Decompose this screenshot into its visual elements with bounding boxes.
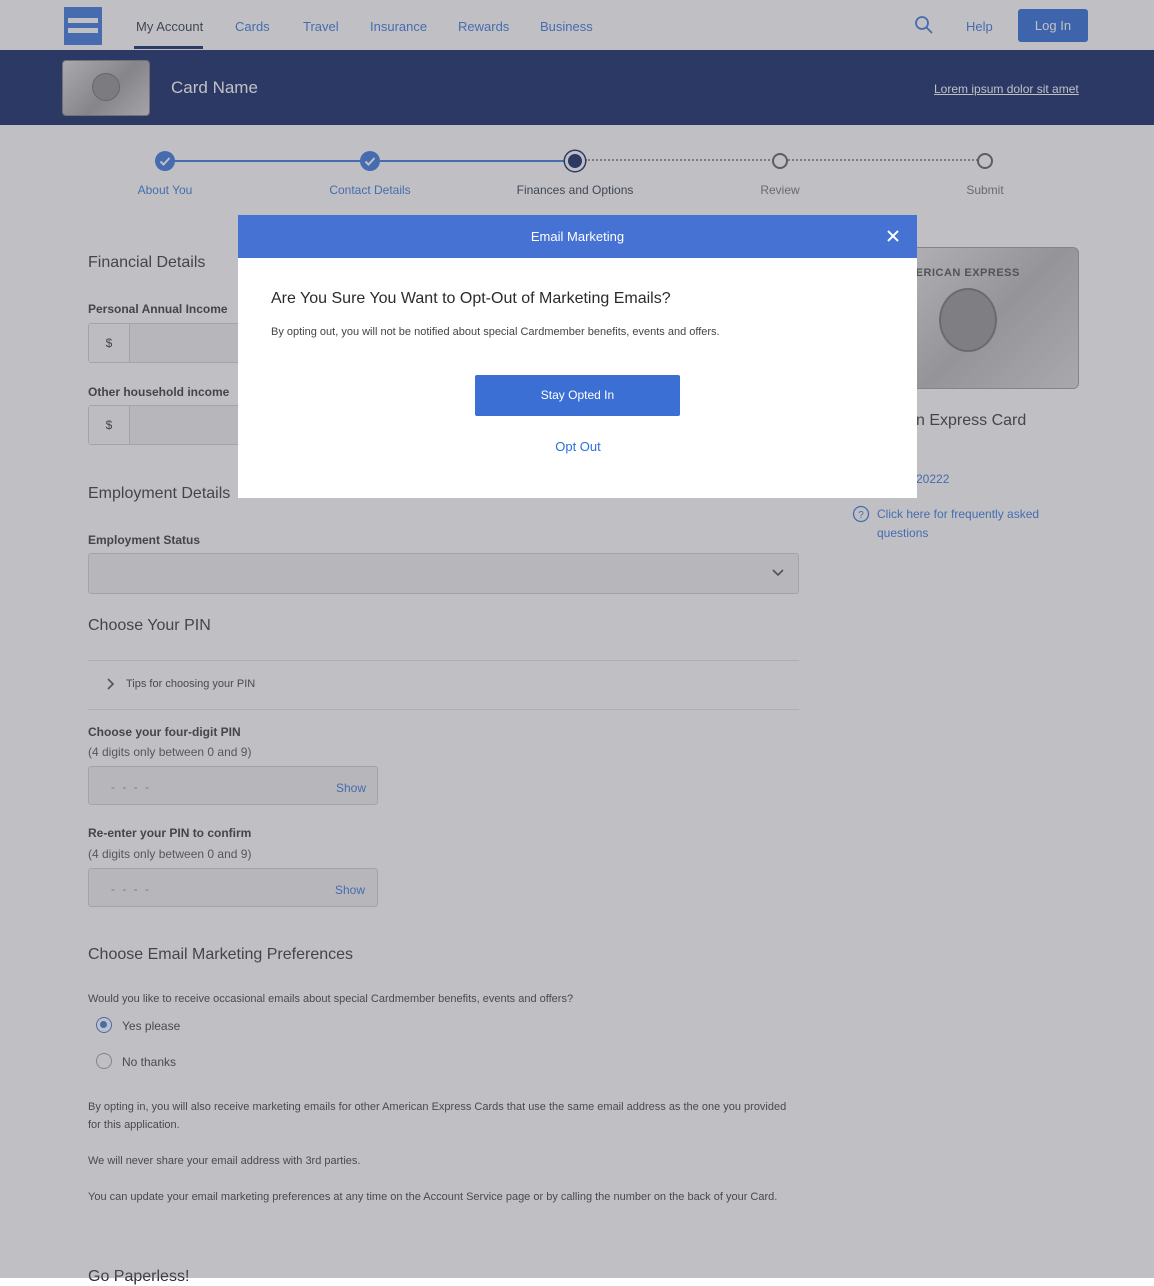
modal-description: By opting out, you will not be notified … [271,326,720,338]
modal-backdrop[interactable] [0,0,1154,1278]
modal-question: Are You Sure You Want to Opt-Out of Mark… [271,290,671,307]
opt-out-link[interactable]: Opt Out [477,439,679,454]
stay-opted-in-button[interactable]: Stay Opted In [475,375,680,416]
email-marketing-modal: Email Marketing Are You Sure You Want to… [238,215,917,498]
close-icon[interactable] [886,229,900,243]
modal-title: Email Marketing [530,229,625,244]
modal-header: Email Marketing [238,215,917,258]
